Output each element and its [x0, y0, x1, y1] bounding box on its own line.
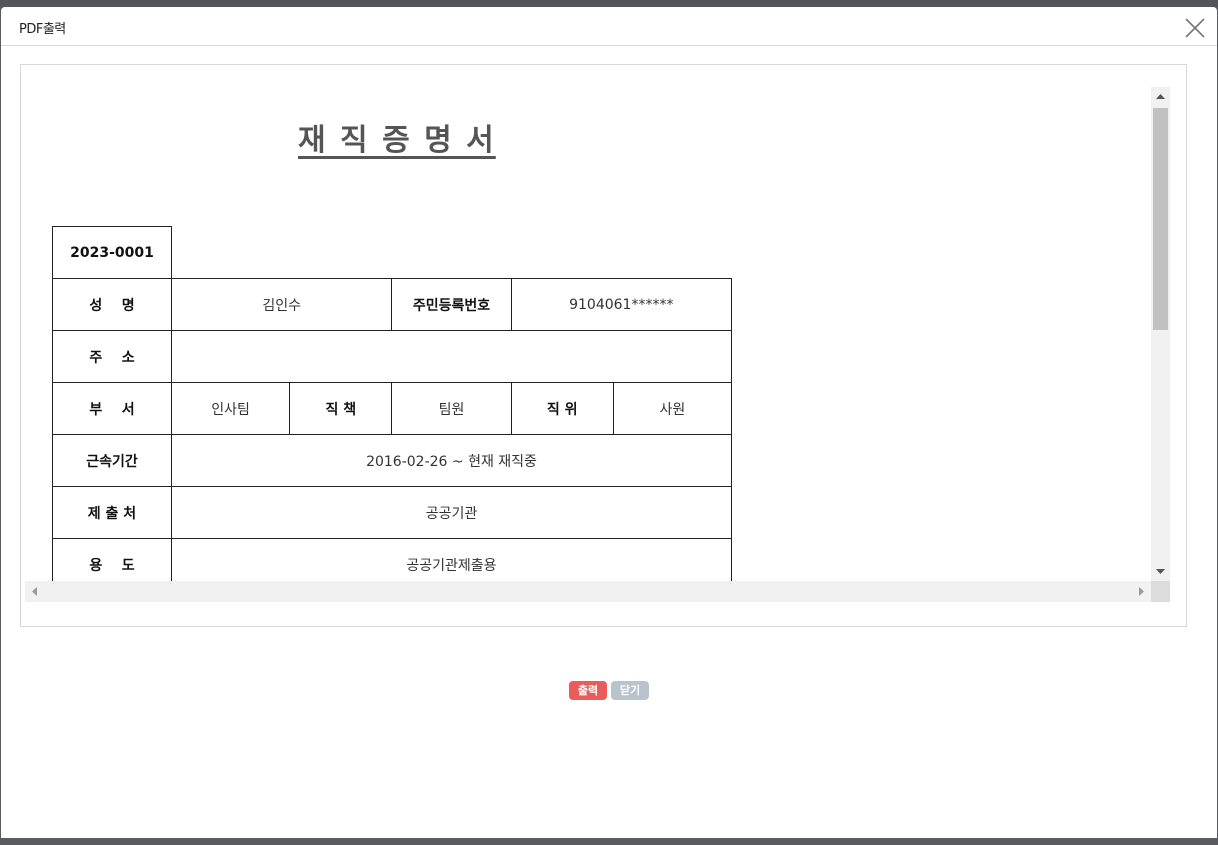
purpose-label: 용 도 — [52, 538, 172, 581]
modal-header: PDF출력 — [1, 7, 1217, 46]
position-value: 사원 — [612, 382, 733, 435]
table-row: 부 서 인사팀 직 책 팀원 직 위 사원 — [52, 382, 733, 435]
scroll-right-arrow-icon[interactable] — [1132, 581, 1151, 602]
table-row: 2023-0001 — [52, 226, 732, 279]
table-row: 제 출 처 공공기관 — [52, 486, 732, 539]
position-label: 직 위 — [510, 382, 614, 435]
table-row: 주 소 — [52, 330, 732, 383]
vertical-scrollbar[interactable] — [1151, 87, 1170, 581]
submit-to-value: 공공기관 — [171, 486, 732, 539]
scroll-down-arrow-icon[interactable] — [1151, 562, 1170, 581]
horizontal-scrollbar[interactable] — [25, 581, 1151, 602]
purpose-value: 공공기관제출용 — [171, 538, 732, 581]
pdf-preview-frame: 재 직 증 명 서 2023-0001 성 명 김인수 주민등록번호 91040… — [20, 64, 1187, 627]
print-button[interactable]: 출력 — [569, 681, 607, 700]
close-icon[interactable] — [1182, 15, 1208, 41]
submit-to-label: 제 출 처 — [52, 486, 172, 539]
modal-title: PDF출력 — [19, 22, 66, 37]
close-button[interactable]: 닫기 — [611, 681, 649, 700]
table-row: 성 명 김인수 주민등록번호 9104061****** — [52, 278, 733, 331]
address-label: 주 소 — [52, 330, 172, 383]
id-number-label: 주민등록번호 — [391, 278, 512, 331]
scrollbar-corner — [1151, 581, 1170, 602]
name-label: 성 명 — [52, 278, 172, 331]
pdf-preview-viewport[interactable]: 재 직 증 명 서 2023-0001 성 명 김인수 주민등록번호 91040… — [25, 87, 1151, 581]
employment-period-label: 근속기간 — [52, 434, 172, 487]
department-label: 부 서 — [52, 382, 172, 435]
pdf-output-modal: PDF출력 재 직 증 명 서 2023-0001 성 명 김인수 주민등록번호 — [1, 7, 1217, 838]
scroll-left-arrow-icon[interactable] — [25, 581, 44, 602]
certificate-table: 2023-0001 성 명 김인수 주민등록번호 9104061****** 주… — [52, 226, 733, 581]
action-buttons: 출력 닫기 — [569, 681, 649, 700]
document-number: 2023-0001 — [52, 226, 172, 279]
employment-period-value: 2016-02-26 ~ 현재 재직중 — [171, 434, 732, 487]
scroll-up-arrow-icon[interactable] — [1151, 87, 1170, 106]
department-value: 인사팀 — [170, 382, 291, 435]
window-top-bar — [0, 0, 1218, 7]
document-title: 재 직 증 명 서 — [298, 123, 496, 158]
vertical-scroll-thumb[interactable] — [1153, 108, 1168, 330]
name-value: 김인수 — [170, 278, 393, 331]
table-row: 근속기간 2016-02-26 ~ 현재 재직중 — [52, 434, 732, 487]
duty-value: 팀원 — [391, 382, 512, 435]
window-bottom-bar — [0, 838, 1218, 845]
duty-label: 직 책 — [289, 382, 393, 435]
table-row: 용 도 공공기관제출용 — [52, 538, 732, 581]
id-number-value: 9104061****** — [510, 278, 733, 331]
address-value — [171, 330, 732, 383]
